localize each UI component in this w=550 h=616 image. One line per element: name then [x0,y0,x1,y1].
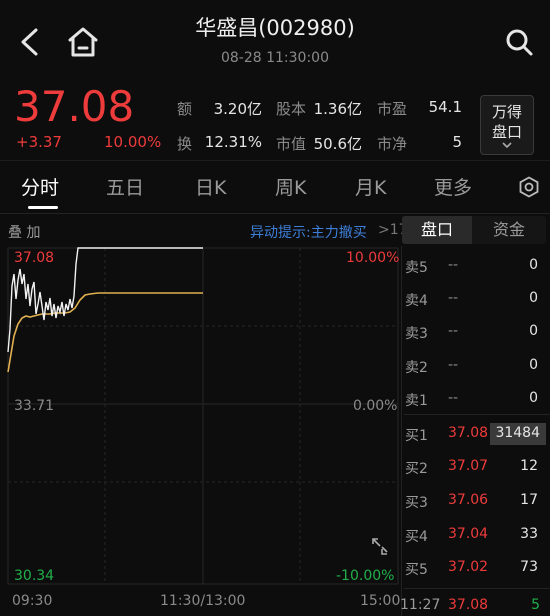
divider [404,588,550,589]
stat-value-pe: 54.1 [428,98,462,116]
book-tabs: 盘口 资金 [402,216,546,244]
axis-time-start: 09:30 [12,593,53,609]
sell-price: -- [448,257,459,273]
chevron-down-icon [502,142,512,149]
stat-label-amount: 额 [177,100,193,118]
axis-price-low: 30.34 [14,568,55,584]
active-tab-indicator [28,206,58,209]
divider [0,213,550,214]
axis-time-end: 15:00 [360,593,401,609]
tab-more[interactable]: 更多 [434,173,472,200]
tab-capital-flow[interactable]: 资金 [472,216,546,244]
axis-pct-mid: 0.00% [353,398,398,414]
page-title: 华盛昌(002980) [195,16,355,40]
price-change-percent: 10.00% [104,133,162,151]
divider [0,160,550,161]
sell-level-label: 卖5 [405,260,428,276]
axis-price-mid: 33.71 [14,398,55,414]
stat-label-pe: 市盈 [377,100,408,118]
tab-five-day[interactable]: 五日 [106,173,144,200]
anomaly-alert-link[interactable]: 异动提示:主力撤买 [250,222,367,242]
tab-daily-k[interactable]: 日K [195,173,226,200]
overlay-button[interactable]: 叠 加 [8,222,40,242]
buy-volume: 73 [520,559,538,575]
stat-value-amount: 3.20亿 [213,100,262,118]
wande-label-line2: 盘口 [491,123,522,141]
sell-volume: 0 [529,357,538,373]
stat-label-shares: 股本 [276,100,307,118]
tab-weekly-k[interactable]: 周K [275,173,306,200]
buy-level-label: 买3 [405,495,428,511]
sell-volume: 0 [529,390,538,406]
stat-label-market-cap: 市值 [276,135,307,153]
price-change: +3.37 [16,133,62,151]
sell-volume: 0 [529,323,538,339]
sell-level-label: 卖3 [405,326,428,342]
intraday-chart[interactable] [0,244,400,594]
wande-label-line1: 万得 [491,103,522,121]
buy-level-label: 买2 [405,461,428,477]
sell-volume: 0 [529,290,538,306]
sell-level-label: 卖2 [405,360,428,376]
buy-volume: 31484 [495,425,540,441]
stat-label-turnover: 换 [177,135,193,153]
search-icon [506,29,533,56]
expand-icon[interactable] [372,538,388,555]
buy-level-label: 买4 [405,529,428,545]
axis-time-mid: 11:30/13:00 [160,593,246,609]
chart-settings-button[interactable] [518,176,540,198]
wande-book-button[interactable]: 万得 盘口 [480,95,534,155]
stat-label-pb: 市净 [377,135,408,153]
tab-order-book[interactable]: 盘口 [402,216,472,244]
tab-monthly-k[interactable]: 月K [355,173,386,200]
sell-volume: 0 [529,257,538,273]
search-button[interactable] [502,25,536,59]
sell-price: -- [448,357,459,373]
sell-price: -- [448,290,459,306]
buy-volume: 33 [520,526,538,542]
last-trade-volume: 5 [531,597,540,613]
buy-volume: 12 [520,458,538,474]
stat-value-turnover: 12.31% [204,133,262,151]
tab-intraday[interactable]: 分时 [21,173,59,200]
gear-icon [519,176,539,198]
divider [404,414,550,415]
stat-value-shares: 1.36亿 [313,100,362,118]
quote-timestamp: 08-28 11:30:00 [220,50,329,66]
buy-level-label: 买5 [405,562,428,578]
stat-value-market-cap: 50.6亿 [313,135,362,153]
divider [401,246,402,616]
buy-level-label: 买1 [405,428,428,444]
sell-level-label: 卖1 [405,393,428,409]
axis-price-high: 37.08 [14,250,55,266]
axis-pct-low: -10.00% [336,568,395,584]
axis-pct-high: 10.00% [346,250,400,266]
stat-value-pb: 5 [452,133,462,151]
sell-price: -- [448,390,459,406]
last-trade-time: 11:27 [400,597,441,613]
chart-grid [7,247,399,585]
last-price: 37.08 [14,82,135,131]
buy-volume: 17 [520,492,538,508]
sell-price: -- [448,323,459,339]
sell-level-label: 卖4 [405,293,428,309]
